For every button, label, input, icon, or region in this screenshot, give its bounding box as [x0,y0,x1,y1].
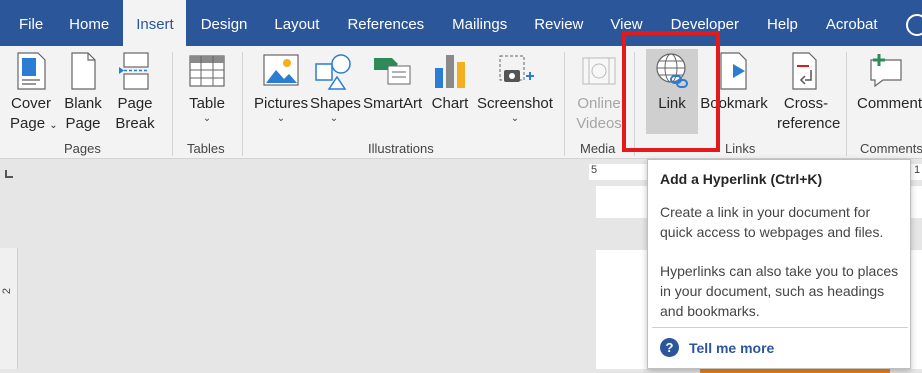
bookmark-icon [720,52,747,90]
chart-icon [435,55,465,88]
blank-page-icon [71,52,96,90]
screenshot-label: Screenshot [477,95,553,112]
smartart-icon [374,58,411,85]
tab-layout[interactable]: Layout [260,0,333,46]
comment-label: Comment [857,95,922,112]
page-break-icon [119,52,149,90]
table-icon [189,55,225,87]
shapes-button[interactable]: Shapes ⌄ [310,52,361,124]
group-separator [172,52,173,156]
highlight-box [622,31,720,152]
table-label: Table [189,95,225,112]
tab-home[interactable]: Home [61,0,123,46]
ribbon-tab-bar: File Home Insert Design Layout Reference… [0,0,922,46]
chart-button[interactable]: Chart [430,52,470,114]
tooltip-divider [652,327,908,328]
ruler-number: 2 [1,287,14,295]
video-icon [582,57,616,85]
group-separator [846,52,847,156]
chart-label: Chart [431,95,469,112]
tab-stop-icon [5,170,13,178]
smartart-label: SmartArt [363,95,423,112]
pictures-icon [263,54,299,86]
screenshot-icon [499,55,534,82]
help-icon[interactable]: ? [660,338,679,357]
blank-page-label-1: Blank [64,95,102,112]
tell-me-more-link[interactable]: Tell me more [689,340,774,356]
tab-references[interactable]: References [333,0,438,46]
chevron-down-icon: ⌄ [329,113,339,124]
pictures-button[interactable]: Pictures ⌄ [254,52,308,124]
screenshot-button[interactable]: Screenshot ⌄ [477,52,553,124]
tab-insert[interactable]: Insert [123,0,186,46]
cover-page-icon [17,52,46,90]
tab-file[interactable]: File [0,0,61,46]
online-videos-label-1: Online [577,95,621,112]
cross-reference-button[interactable]: Cross- reference [777,52,841,134]
illustrations-group-label: Illustrations [368,141,434,156]
cross-reference-label-2: reference [777,115,841,132]
ruler-number: 1 [914,164,921,176]
ruler-number: 5 [591,164,598,176]
tooltip-title: Add a Hyperlink (Ctrl+K) [660,171,823,187]
tab-help[interactable]: Help [753,0,812,46]
shapes-label: Shapes [310,95,361,112]
cross-reference-icon [792,52,817,90]
chevron-down-icon: ⌄ [276,113,286,124]
tab-acrobat[interactable]: Acrobat [812,0,892,46]
cover-page-button[interactable]: Cover Page ⌄ [10,52,58,136]
lightbulb-icon[interactable] [906,14,922,36]
online-videos-label-2: Videos [576,115,622,132]
chevron-down-icon: ⌄ [510,113,520,124]
media-group-label: Media [580,141,616,156]
cover-page-label-2: Page ⌄ [10,115,58,132]
online-videos-button[interactable]: Online Videos [575,52,623,134]
tab-design[interactable]: Design [186,0,261,46]
page-break-button[interactable]: Page Break [114,52,156,134]
comment-icon [870,54,902,88]
vertical-ruler[interactable] [0,248,18,369]
page-break-label-1: Page [117,95,153,112]
pages-group-label: Pages [64,141,101,156]
page-break-label-2: Break [115,115,155,132]
cover-page-label-1: Cover [10,95,51,112]
comments-group-label: Comments [860,141,922,156]
hyperlink-tooltip: Add a Hyperlink (Ctrl+K) Create a link i… [647,159,911,369]
shapes-icon [315,54,351,90]
comment-button[interactable]: Comment [857,52,922,114]
group-separator [242,52,243,156]
smartart-button[interactable]: SmartArt [363,52,423,114]
tooltip-description: Create a link in your document for quick… [660,204,884,240]
tooltip-description: Hyperlinks can also take you to places i… [660,263,899,319]
group-separator [564,52,565,156]
table-button[interactable]: Table ⌄ [186,52,228,124]
chevron-down-icon: ⌄ [202,113,212,124]
links-group-label: Links [725,141,756,156]
pictures-label: Pictures [254,95,309,112]
tables-group-label: Tables [187,141,225,156]
tab-mailings[interactable]: Mailings [438,0,521,46]
tab-review[interactable]: Review [521,0,597,46]
ribbon: Cover Page ⌄ Blank Page Page Break Pages… [0,46,922,159]
blank-page-button[interactable]: Blank Page [62,52,104,134]
cross-reference-label-1: Cross- [783,95,829,112]
blank-page-label-2: Page [65,115,101,132]
